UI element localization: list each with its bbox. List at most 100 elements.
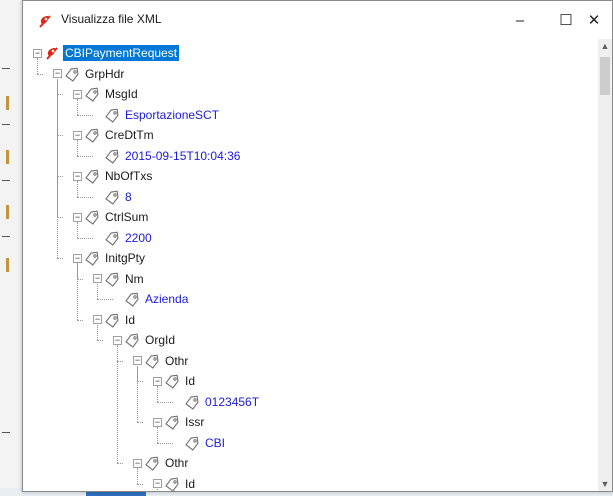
- collapse-toggle-icon[interactable]: −: [93, 274, 102, 283]
- tree-connector: [117, 463, 123, 464]
- tree-connector: [157, 401, 173, 403]
- tree-connector: [77, 155, 93, 157]
- tag-icon: [184, 394, 200, 410]
- tree-element-node[interactable]: − GrpHdr: [53, 64, 126, 84]
- tag-icon: [104, 312, 120, 328]
- tree-node-label: Nm: [125, 271, 144, 286]
- background-mark: [6, 150, 9, 164]
- title-bar[interactable]: Visualizza file XML – ☐ ✕: [23, 1, 612, 39]
- tree-connector: [37, 73, 43, 75]
- tag-icon: [84, 209, 100, 225]
- tag-icon: [104, 148, 120, 164]
- tree-node-label: 2015-09-15T10:04:36: [125, 148, 241, 163]
- collapse-toggle-icon[interactable]: −: [113, 335, 122, 345]
- tree-node-label: EsportazioneSCT: [125, 107, 220, 122]
- tree-root-node[interactable]: − CBIPaymentRequest: [33, 43, 180, 63]
- tree-element-node[interactable]: − Nm: [93, 269, 146, 289]
- collapse-toggle-icon[interactable]: −: [153, 479, 162, 488]
- tree-element-node[interactable]: − MsgId: [73, 84, 140, 104]
- tag-icon: [144, 455, 160, 471]
- tree-node-label: CBIPaymentRequest: [63, 45, 180, 61]
- tag-icon: [104, 107, 120, 123]
- collapse-toggle-icon[interactable]: −: [73, 130, 82, 140]
- tree-element-node[interactable]: − InitgPty: [73, 248, 147, 268]
- tree-connector: [77, 114, 93, 116]
- tree-node-label: Id: [125, 312, 136, 327]
- tag-icon: [184, 435, 200, 451]
- tree-element-node[interactable]: − Othr: [133, 453, 190, 473]
- tree-node-label: GrpHdr: [85, 66, 125, 81]
- tag-icon: [84, 250, 100, 266]
- tree-connector: [57, 78, 58, 258]
- tree-node-label: CBI: [205, 435, 226, 450]
- minimize-button[interactable]: –: [497, 1, 543, 39]
- collapse-toggle-icon[interactable]: −: [73, 253, 82, 263]
- tree-value-node[interactable]: EsportazioneSCT: [104, 105, 221, 125]
- background-tick: [2, 432, 10, 433]
- tree-value-node[interactable]: 8: [104, 187, 134, 207]
- tree-node-label: NbOfTxs: [105, 169, 153, 183]
- tag-icon: [104, 189, 120, 205]
- collapse-toggle-icon[interactable]: −: [153, 417, 162, 427]
- tree-element-node[interactable]: − Id: [153, 474, 197, 491]
- tree-value-node[interactable]: 2015-09-15T10:04:36: [104, 146, 242, 166]
- background-tick: [2, 180, 10, 181]
- xml-feather-icon: [39, 15, 51, 28]
- scrollbar-thumb[interactable]: [600, 57, 610, 95]
- tree-connector: [77, 319, 83, 321]
- collapse-toggle-icon[interactable]: −: [153, 376, 162, 386]
- tree-value-node[interactable]: 0123456T: [184, 392, 261, 412]
- tree-value-node[interactable]: 2200: [104, 228, 154, 248]
- tree-element-node[interactable]: − Id: [93, 310, 137, 330]
- tree-connector: [77, 196, 93, 198]
- tree-element-node[interactable]: − OrgId: [113, 330, 177, 350]
- collapse-toggle-icon[interactable]: −: [133, 458, 142, 468]
- collapse-toggle-icon[interactable]: −: [93, 315, 102, 324]
- tree-element-node[interactable]: − Issr: [153, 412, 206, 432]
- collapse-toggle-icon[interactable]: −: [73, 212, 82, 222]
- xml-tree-view[interactable]: − CBIPaymentRequest − GrpHdr − MsgId Esportazi…: [25, 39, 598, 491]
- tree-node-label: InitgPty: [105, 251, 146, 265]
- tag-icon: [124, 332, 140, 348]
- tree-node-label: Id: [185, 476, 196, 491]
- background-tick: [2, 124, 10, 125]
- tree-element-node[interactable]: − Othr: [133, 351, 190, 371]
- tag-icon: [164, 373, 180, 389]
- background-mark: [6, 258, 9, 272]
- collapse-toggle-icon[interactable]: −: [33, 48, 42, 58]
- xml-viewer-window: Visualizza file XML – ☐ ✕ − CBIPaymentReq…: [22, 0, 613, 492]
- tag-icon: [104, 230, 120, 246]
- tree-node-label: 2200: [125, 230, 152, 245]
- collapse-toggle-icon[interactable]: −: [73, 89, 82, 99]
- collapse-toggle-icon[interactable]: −: [53, 69, 62, 78]
- vertical-scrollbar[interactable]: ▲ ▼: [598, 39, 612, 491]
- tag-icon: [64, 66, 80, 82]
- tree-value-node[interactable]: CBI: [184, 433, 227, 453]
- scroll-up-arrow-icon[interactable]: ▲: [598, 39, 612, 53]
- tree-connector: [137, 365, 138, 422]
- collapse-toggle-icon[interactable]: −: [133, 356, 142, 365]
- tree-element-node[interactable]: − CtrlSum: [73, 207, 150, 227]
- tree-value-node[interactable]: Azienda: [124, 289, 190, 309]
- tree-connector: [97, 299, 113, 300]
- tag-icon: [164, 414, 180, 430]
- tag-icon: [104, 271, 120, 287]
- window-title: Visualizza file XML: [61, 12, 162, 26]
- tree-node-label: MsgId: [105, 87, 138, 101]
- tree-connector: [77, 263, 78, 320]
- tag-icon: [144, 353, 160, 369]
- background-tick: [2, 68, 10, 69]
- tag-icon: [84, 86, 100, 102]
- tree-element-node[interactable]: − NbOfTxs: [73, 166, 154, 186]
- close-button[interactable]: ✕: [571, 1, 613, 39]
- tree-element-node[interactable]: − Id: [153, 371, 197, 391]
- tree-connector: [77, 237, 93, 239]
- scroll-down-arrow-icon[interactable]: ▼: [598, 477, 612, 491]
- tree-element-node[interactable]: − CreDtTm: [73, 125, 156, 145]
- tree-node-label: CreDtTm: [105, 128, 154, 142]
- collapse-toggle-icon[interactable]: −: [73, 171, 82, 181]
- tag-icon: [164, 476, 180, 491]
- tree-connector: [97, 340, 103, 341]
- background-tick: [2, 236, 10, 237]
- tree-connector: [137, 483, 143, 485]
